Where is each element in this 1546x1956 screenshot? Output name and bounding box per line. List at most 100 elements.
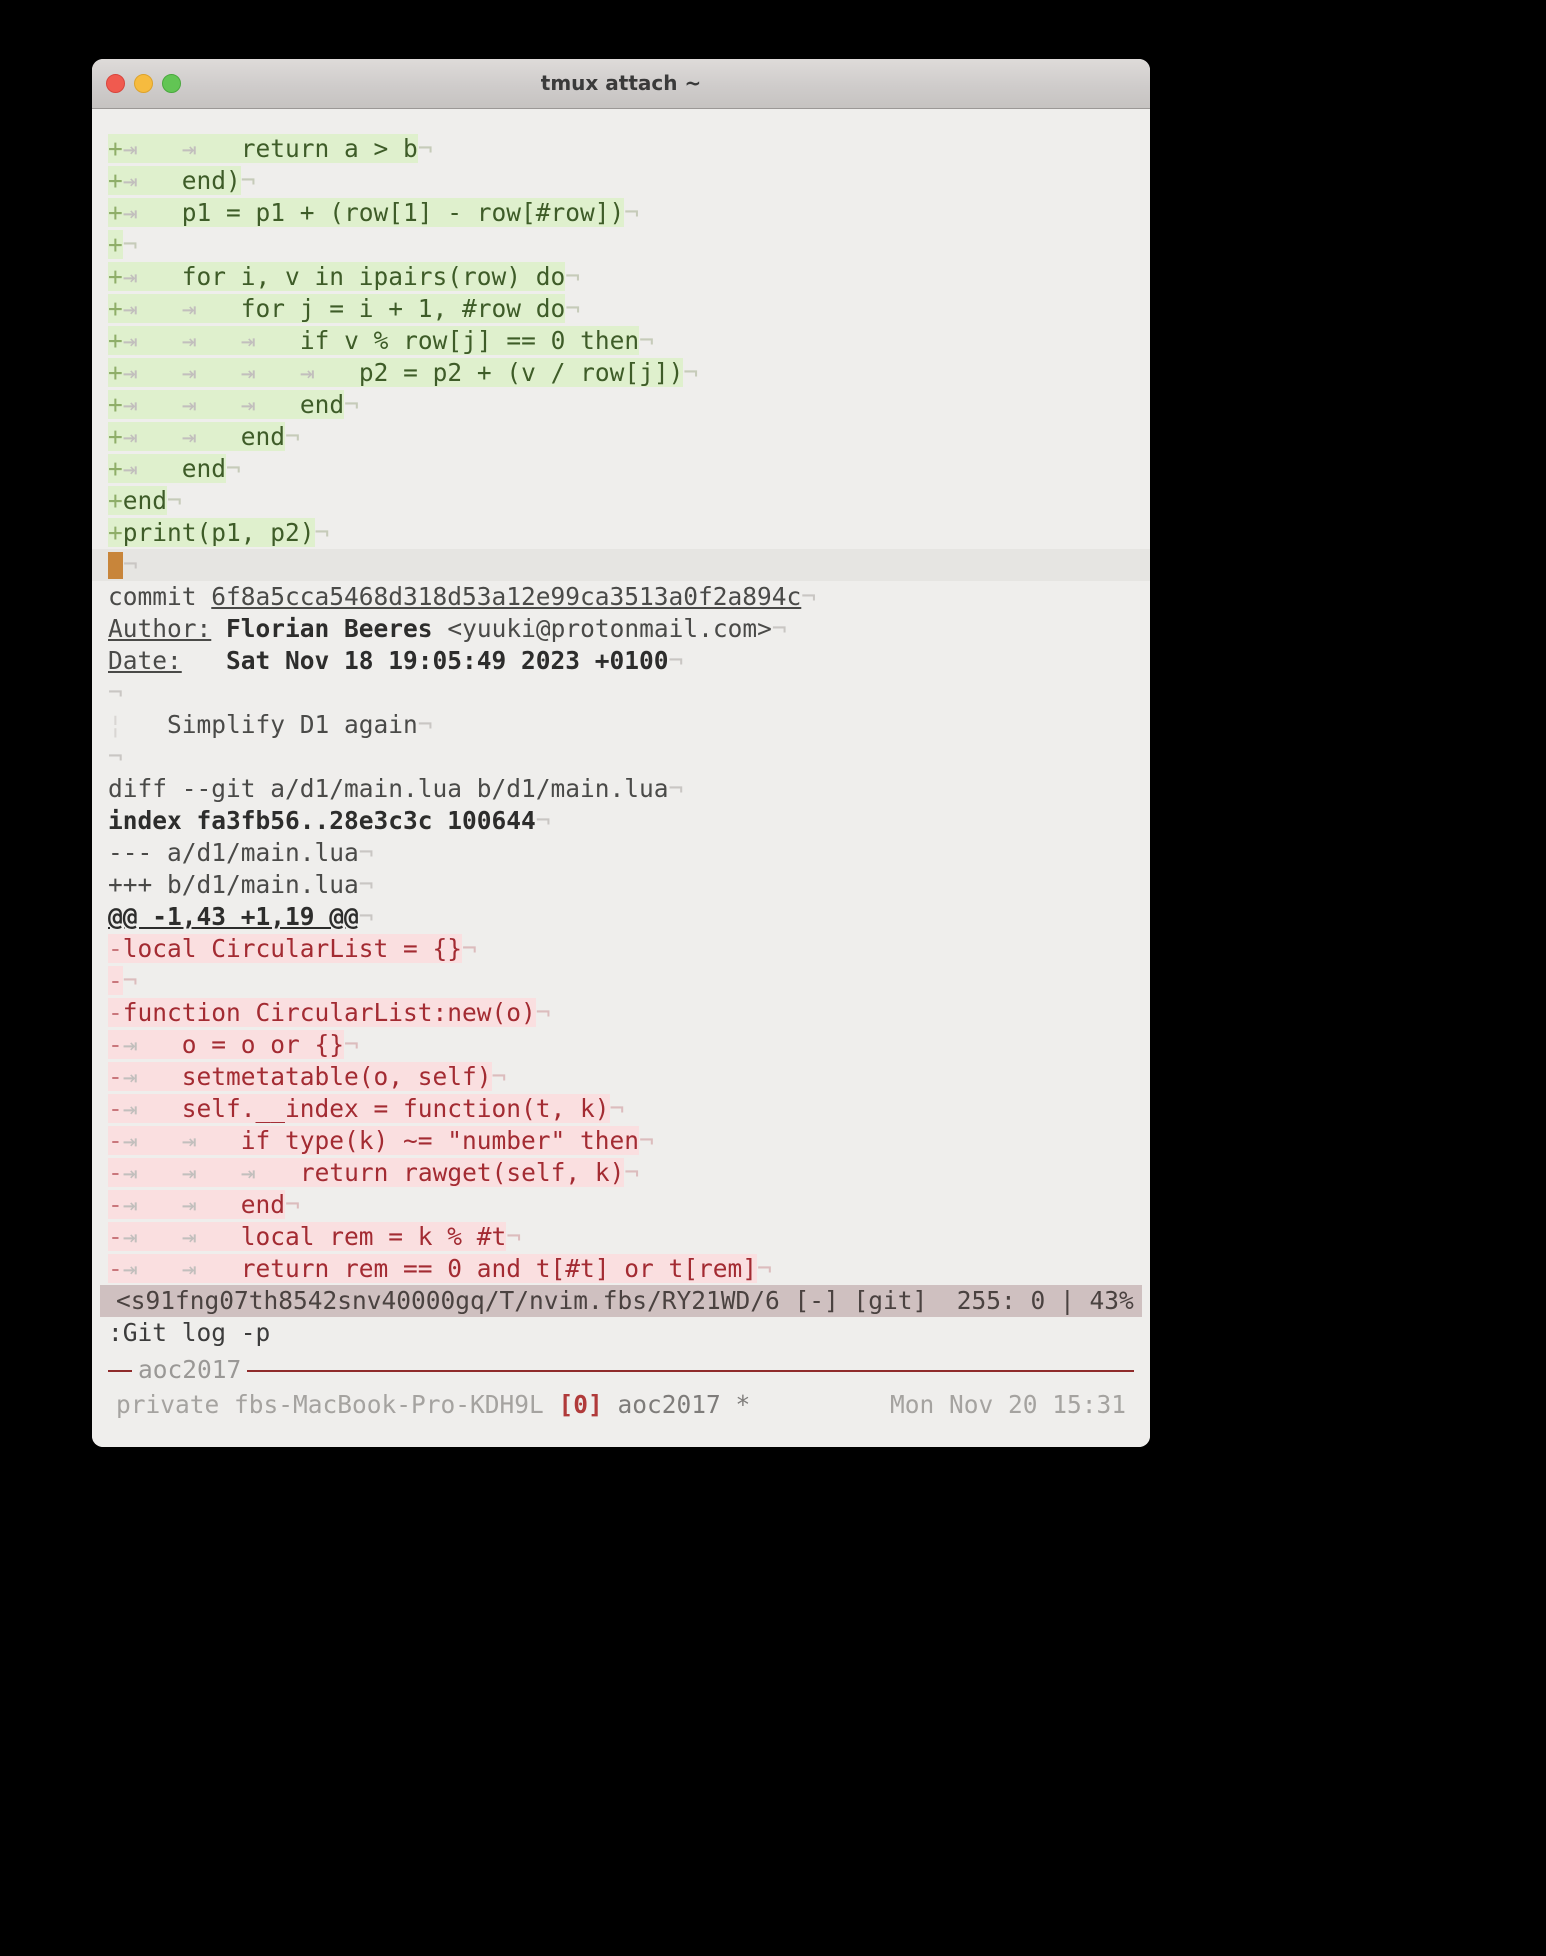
diff-removed-block: -local CircularList = {}¬ -¬ -function Cir… (92, 933, 1150, 1285)
eol-marker: ¬ (167, 486, 182, 515)
eol-marker: ¬ (240, 166, 256, 195)
diff-line-content: -⇥ ⇥ if type(k) ~= "number" then (108, 1126, 640, 1155)
diff-line-added: +⇥ ⇥ end¬ (92, 421, 1150, 453)
diff-sign: + (108, 358, 123, 387)
window-titlebar[interactable]: tmux attach ~ (92, 59, 1150, 109)
diff-line-added: +end¬ (92, 485, 1150, 517)
diff-git-line: diff --git a/d1/main.lua b/d1/main.lua (108, 774, 669, 803)
diff-line-added: +print(p1, p2)¬ (92, 517, 1150, 549)
commit-author-row: Author: Florian Beeres <yuuki@protonmail… (92, 613, 1150, 645)
date-value: Sat Nov 18 19:05:49 2023 +0100 (226, 646, 669, 675)
tab-marker-icon: ⇥ (122, 1094, 182, 1123)
diff-line-removed: -function CircularList:new(o)¬ (92, 997, 1150, 1029)
traffic-lights (106, 59, 181, 108)
eol-marker: ¬ (565, 294, 581, 323)
eol-marker: ¬ (668, 774, 684, 803)
eol-marker: ¬ (344, 1030, 359, 1059)
diff-line-removed: -⇥ ⇥ local rem = k % #t¬ (92, 1221, 1150, 1253)
diff-hunk-header: @@ -1,43 +1,19 @@ (108, 902, 359, 931)
diff-line-content: -function CircularList:new(o) (108, 998, 536, 1027)
eol-marker: ¬ (226, 454, 241, 483)
tab-marker-icon: ⇥ (181, 1254, 241, 1283)
diff-index-line: index fa3fb56..28e3c3c 100644 (108, 806, 536, 835)
tab-marker-icon: ⇥ (122, 358, 182, 387)
tab-marker-icon: ⇥ (299, 358, 359, 387)
minimize-button-icon[interactable] (134, 74, 153, 93)
tab-marker-icon: ⇥ (122, 134, 182, 163)
tab-marker-icon: ⇥ (181, 422, 241, 451)
eol-marker: ¬ (668, 646, 684, 675)
eol-marker: ¬ (417, 710, 433, 739)
eol-marker: ¬ (771, 614, 787, 643)
diff-line-added: +⇥ ⇥ ⇥ if v % row[j] == 0 then¬ (92, 325, 1150, 357)
separator-label: aoc2017 (132, 1353, 248, 1387)
diff-git-row: diff --git a/d1/main.lua b/d1/main.lua¬ (92, 773, 1150, 805)
eol-marker: ¬ (624, 1158, 640, 1187)
eol-marker: ¬ (285, 1190, 300, 1219)
diff-sign: + (108, 198, 123, 227)
eol-marker-cursor: ¬ (123, 550, 138, 579)
tmux-window-index[interactable]: [0] (559, 1390, 603, 1419)
commit-hash: 6f8a5cca5468d318d53a12e99ca3513a0f2a894c (211, 582, 802, 611)
tab-marker-icon: ⇥ (181, 1158, 241, 1187)
diff-line-text: end (299, 390, 345, 419)
eol-marker: ¬ (358, 838, 374, 867)
diff-line-text: return a > b (240, 134, 418, 163)
blank-row-2: ¬ (92, 741, 1150, 773)
diff-line-text: end (181, 454, 227, 483)
diff-line-content: -⇥ ⇥ end (108, 1190, 286, 1219)
eol-marker: ¬ (624, 198, 640, 227)
close-button-icon[interactable] (106, 74, 125, 93)
tmux-status-bar: private fbs-MacBook-Pro-KDH9L [0] aoc201… (92, 1387, 1150, 1423)
blank-row-1: ¬ (92, 677, 1150, 709)
diff-line-added: +⇥ ⇥ for j = i + 1, #row do¬ (92, 293, 1150, 325)
diff-sign: - (108, 966, 123, 995)
tmux-pane-separator: aoc2017 (92, 1353, 1150, 1387)
eol-marker: ¬ (462, 934, 477, 963)
diff-line-text: for j = i + 1, #row do (240, 294, 566, 323)
terminal-content[interactable]: +⇥ ⇥ return a > b¬ +⇥ end)¬ +⇥ p1 = p1 + (… (92, 109, 1150, 1447)
tmux-clock: Mon Nov 20 15:31 (889, 1390, 1126, 1419)
diff-line-text: end) (181, 166, 241, 195)
diff-sign: - (108, 1222, 123, 1251)
diff-line-content: +print(p1, p2) (108, 518, 315, 547)
diff-line-added: +⇥ ⇥ ⇥ ⇥ p2 = p2 + (v / row[j])¬ (92, 357, 1150, 389)
diff-line-removed: -local CircularList = {}¬ (92, 933, 1150, 965)
tab-marker-icon: ⇥ (122, 294, 182, 323)
diff-line-content: +⇥ ⇥ ⇥ end (108, 390, 345, 419)
diff-line-content: +⇥ ⇥ return a > b (108, 134, 418, 163)
diff-line-content: +⇥ ⇥ ⇥ if v % row[j] == 0 then (108, 326, 640, 355)
diff-line-removed: -¬ (92, 965, 1150, 997)
diff-line-text: setmetatable(o, self) (181, 1062, 492, 1091)
tab-marker-icon: ⇥ (122, 422, 182, 451)
tab-marker-icon: ⇥ (122, 326, 182, 355)
diff-line-text: p1 = p1 + (row[1] - row[#row]) (181, 198, 625, 227)
eol-marker: ¬ (358, 870, 374, 899)
tab-marker-icon: ⇥ (181, 358, 241, 387)
author-name: Florian Beeres (226, 614, 433, 643)
tab-marker-icon: ⇥ (181, 1190, 241, 1219)
tab-marker-icon: ⇥ (122, 262, 182, 291)
diff-sign: - (108, 1254, 123, 1283)
diff-line-text: if type(k) ~= "number" then (240, 1126, 640, 1155)
diff-line-added: +⇥ p1 = p1 + (row[1] - row[#row])¬ (92, 197, 1150, 229)
eol-marker: ¬ (122, 966, 138, 995)
zoom-button-icon[interactable] (162, 74, 181, 93)
eol-marker: ¬ (757, 1254, 772, 1283)
eol-marker: ¬ (344, 390, 359, 419)
tab-marker-icon: ⇥ (240, 390, 300, 419)
screen: tmux attach ~ +⇥ ⇥ return a > b¬ +⇥ end)¬… (0, 0, 1546, 1956)
indent-guide: ¦ (108, 710, 123, 739)
diff-line-content: +⇥ ⇥ ⇥ ⇥ p2 = p2 + (v / row[j]) (108, 358, 684, 387)
eol-marker: ¬ (285, 422, 300, 451)
tab-marker-icon: ⇥ (122, 1222, 182, 1251)
eol-marker: ¬ (565, 262, 581, 291)
text-cursor (108, 552, 123, 579)
diff-line-content: -⇥ ⇥ return rem == 0 and t[#t] or t[rem] (108, 1254, 758, 1283)
tab-marker-icon: ⇥ (122, 454, 182, 483)
nvim-command-line[interactable]: :Git log -p (92, 1317, 1150, 1349)
commit-message-row: ¦ Simplify D1 again¬ (92, 709, 1150, 741)
diff-minus-file-row: --- a/d1/main.lua¬ (92, 837, 1150, 869)
tmux-session-name[interactable]: aoc2017 * (603, 1390, 751, 1419)
tab-marker-icon: ⇥ (181, 294, 241, 323)
